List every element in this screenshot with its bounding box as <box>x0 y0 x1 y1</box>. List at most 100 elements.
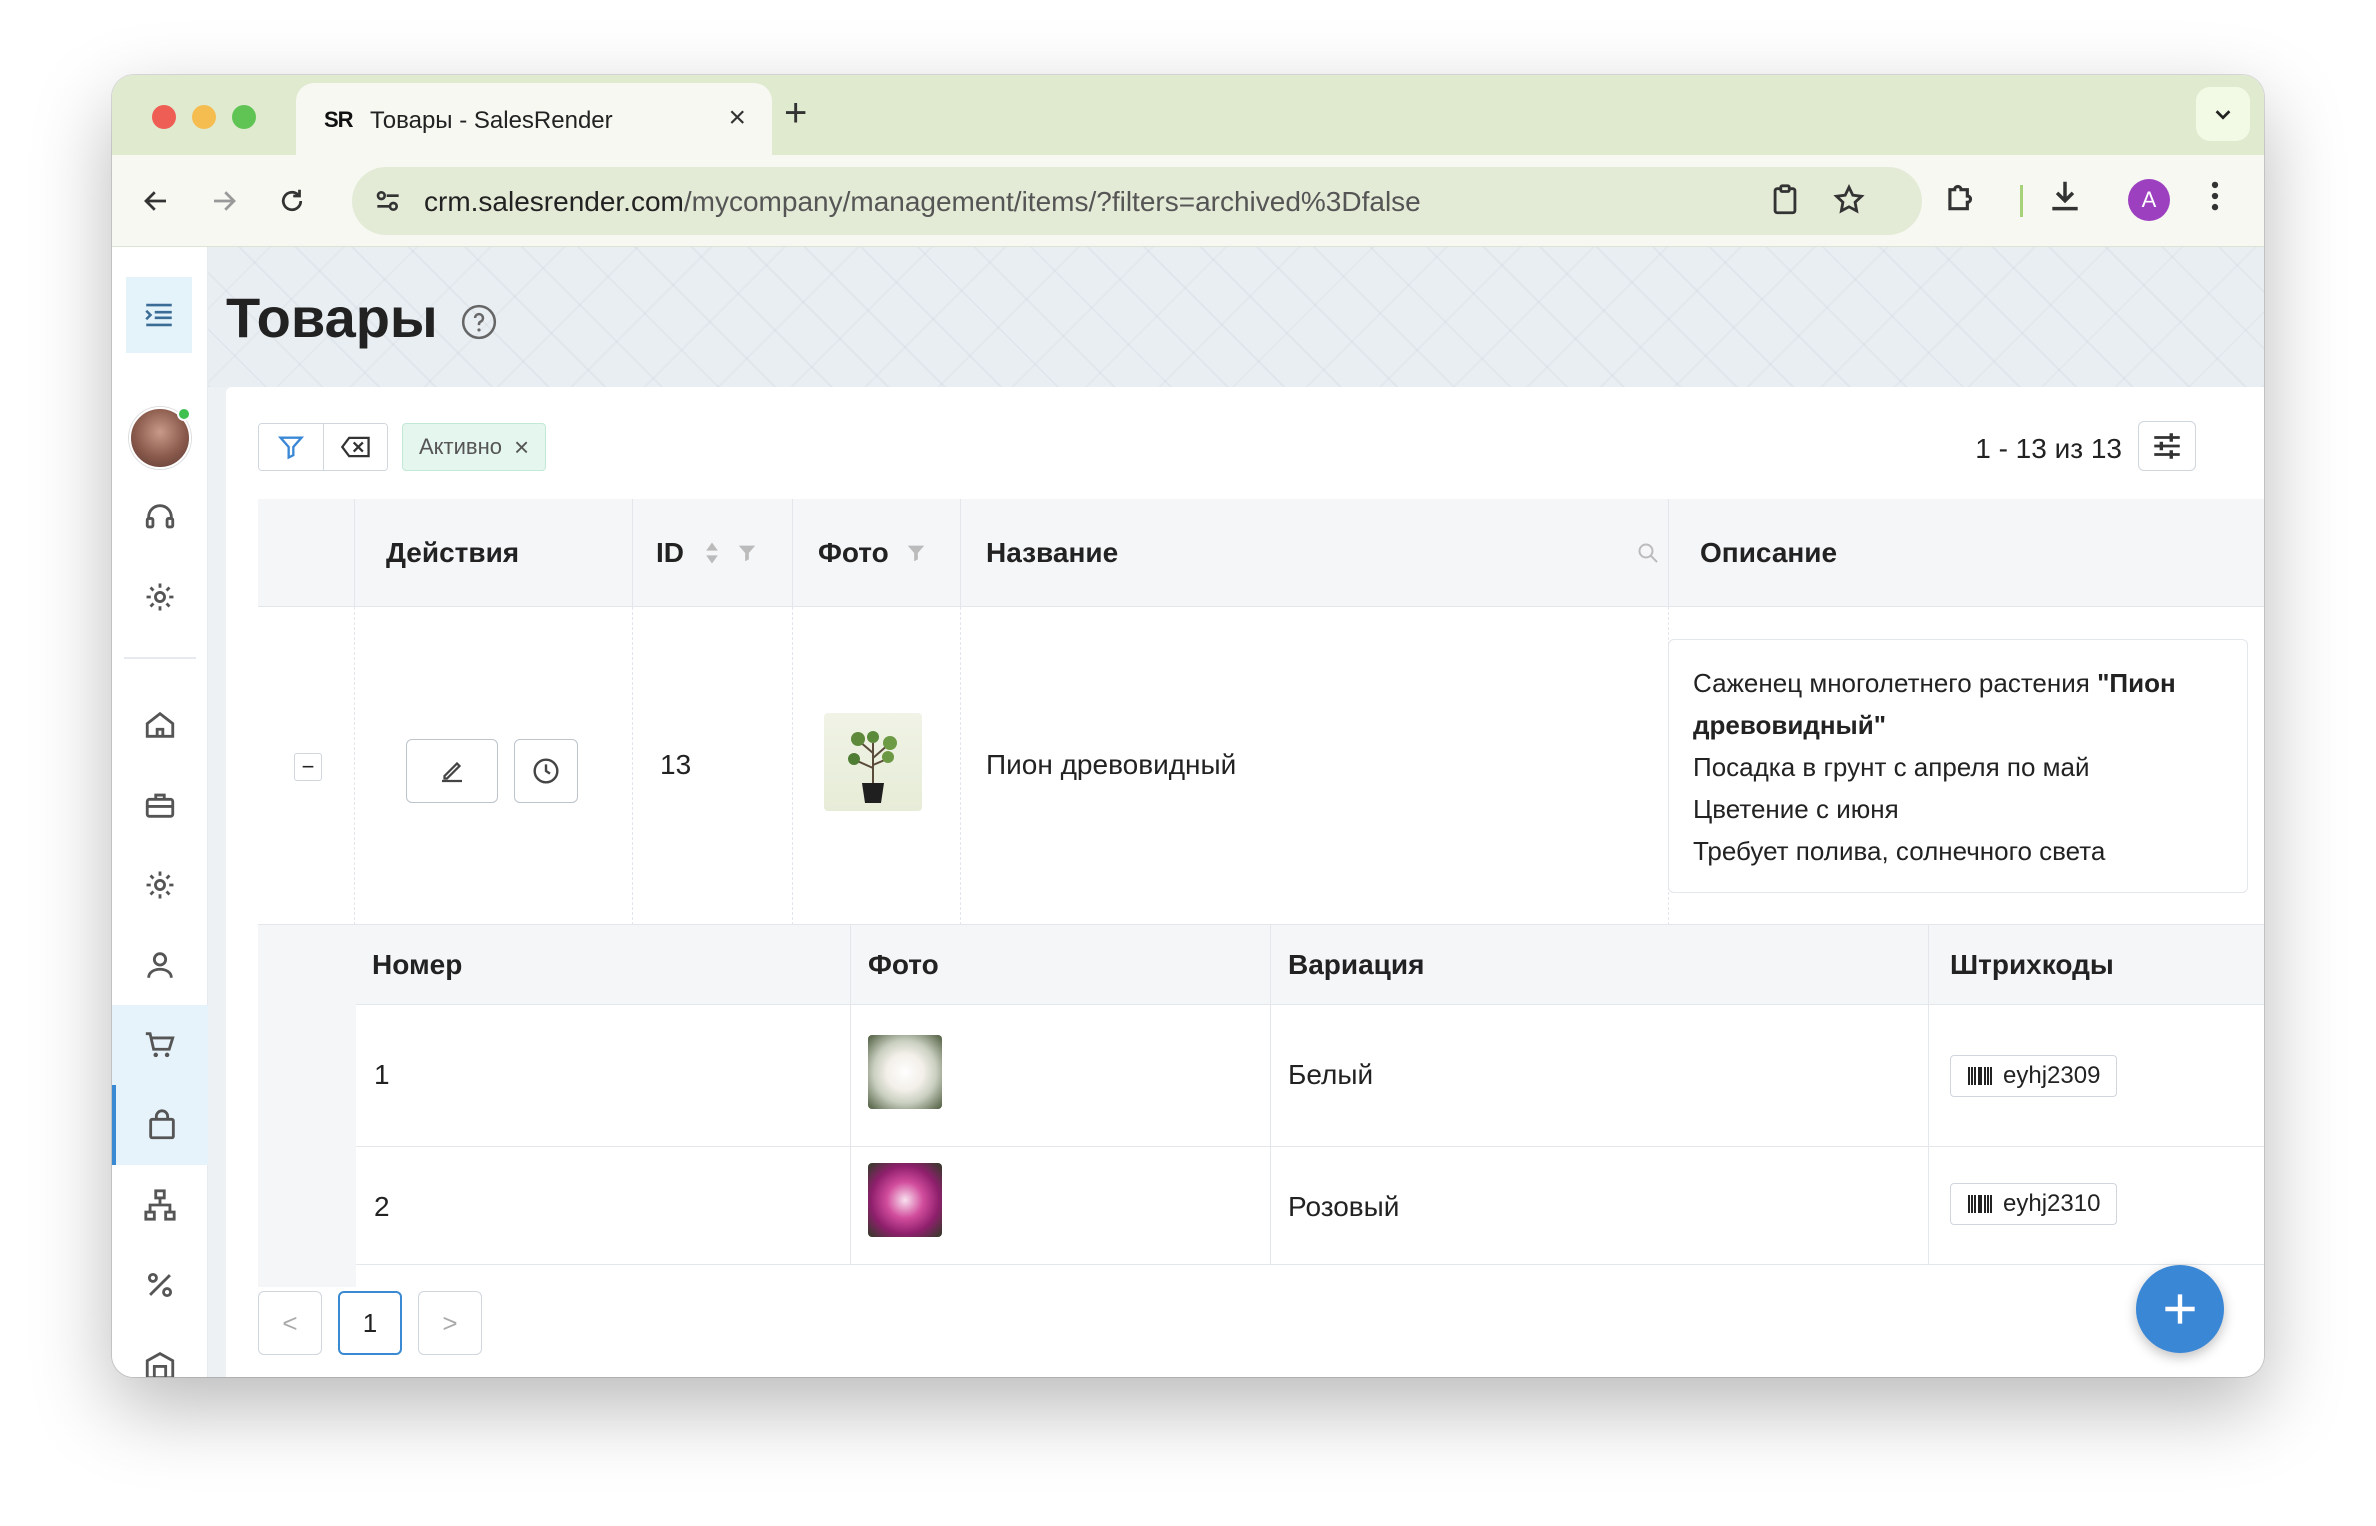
maximize-window-button[interactable] <box>232 105 256 129</box>
sidebar-item-users[interactable] <box>112 925 208 1005</box>
description-line-3: Цветение с июня <box>1693 794 1899 824</box>
filter-button[interactable] <box>259 424 323 470</box>
column-header-id[interactable]: ID <box>656 499 758 607</box>
barcode-chip: eyhj2310 <box>1950 1183 2118 1225</box>
sort-icon[interactable] <box>704 539 720 567</box>
clipboard-icon[interactable] <box>1768 183 1802 217</box>
page-button-1[interactable]: 1 <box>338 1291 402 1355</box>
menu-indent-icon <box>145 303 172 327</box>
download-icon[interactable] <box>2046 177 2084 215</box>
table-header: Действия ID Фото Название Описание <box>258 499 2264 607</box>
item-photo[interactable] <box>824 713 922 811</box>
sidebar-item-home[interactable] <box>112 685 208 765</box>
site-settings-icon[interactable] <box>372 185 404 217</box>
sidebar-item-structure[interactable] <box>112 1165 208 1245</box>
salesrender-favicon-icon: SR <box>324 107 354 132</box>
column-filter-icon[interactable] <box>736 542 758 564</box>
tab-search-button[interactable] <box>2196 87 2250 141</box>
browser-toolbar: crm.salesrender.com/mycompany/management… <box>112 155 2264 247</box>
column-settings-button[interactable] <box>2138 421 2196 471</box>
shopping-bag-icon <box>149 1109 175 1140</box>
arrow-right-icon <box>214 191 236 211</box>
bookmark-star-icon[interactable] <box>1832 183 1866 217</box>
content-panel: Активно × 1 - 13 из 13 Действия ID Фото … <box>226 387 2264 1377</box>
plant-thumbnail-icon <box>848 731 897 803</box>
history-button[interactable] <box>514 739 578 803</box>
sidebar-item-promotions[interactable] <box>112 1245 208 1325</box>
extensions-puzzle-icon[interactable] <box>1942 177 1980 215</box>
plus-icon <box>2165 1294 2195 1324</box>
column-divider <box>1928 925 1929 1005</box>
column-header-actions: Действия <box>386 537 520 568</box>
headset-icon <box>145 504 175 529</box>
column-divider <box>792 499 793 607</box>
app-area: Товары Активно × 1 - 13 из 13 Действия I… <box>112 247 2264 1377</box>
reload-icon <box>281 189 303 212</box>
column-divider <box>1668 499 1669 607</box>
sidebar-item-items[interactable] <box>112 1085 208 1165</box>
column-divider <box>960 499 961 607</box>
user-icon <box>147 952 173 978</box>
column-header-name: Название <box>986 537 1119 568</box>
help-circle-icon[interactable] <box>460 303 498 341</box>
tab-close-icon[interactable]: × <box>728 101 746 135</box>
sidebar-item-orders[interactable] <box>112 1005 208 1085</box>
column-divider <box>1270 1005 1271 1147</box>
column-search-icon[interactable] <box>1636 541 1660 565</box>
filter-chip-label: Активно <box>419 434 502 459</box>
briefcase-icon <box>145 793 175 818</box>
barcode-chip: eyhj2309 <box>1950 1055 2118 1097</box>
sidebar-item-warehouse[interactable] <box>112 1325 208 1377</box>
variation-name: Розовый <box>1288 1191 1400 1222</box>
column-divider <box>792 607 793 925</box>
subtable-header: Номер Фото Вариация Штрихкоды <box>356 925 2264 1005</box>
clear-filters-button[interactable] <box>323 424 387 470</box>
subtable-gutter <box>258 925 356 1287</box>
variation-number: 1 <box>374 1059 390 1090</box>
add-item-button[interactable] <box>2136 1265 2224 1353</box>
column-divider <box>1270 1147 1271 1265</box>
sidebar-item-settings-top[interactable] <box>112 557 208 637</box>
online-status-dot <box>177 407 191 421</box>
column-divider <box>1270 925 1271 1005</box>
sidebar-item-support[interactable] <box>112 477 208 557</box>
column-divider <box>354 499 355 607</box>
column-divider <box>354 607 355 925</box>
sidebar-divider <box>124 657 196 659</box>
next-page-button[interactable]: > <box>418 1291 482 1355</box>
edit-button[interactable] <box>406 739 498 803</box>
more-vertical-icon[interactable] <box>2196 177 2234 215</box>
filter-chip-active: Активно × <box>402 423 547 471</box>
address-bar[interactable]: crm.salesrender.com/mycompany/management… <box>352 167 1922 235</box>
sliders-icon <box>2154 433 2180 459</box>
subcolumn-header-variation: Вариация <box>1288 949 1425 980</box>
barcode-icon <box>1968 1195 1992 1213</box>
pager-info: 1 - 13 из 13 <box>1975 433 2122 464</box>
column-divider <box>632 607 633 925</box>
collapse-row-button[interactable]: − <box>294 753 322 781</box>
column-header-description: Описание <box>1700 537 1838 568</box>
column-divider <box>960 607 961 925</box>
back-button[interactable] <box>132 177 180 225</box>
sidebar-item-settings[interactable] <box>112 845 208 925</box>
sidebar-toggle-button[interactable] <box>126 277 192 353</box>
item-name: Пион древовидный <box>986 749 1237 780</box>
variation-photo[interactable] <box>868 1163 942 1237</box>
browser-tab[interactable]: SR Товары - SalesRender × <box>296 83 772 155</box>
sidebar-item-briefcase[interactable] <box>112 765 208 845</box>
column-divider <box>850 925 851 1005</box>
column-header-photo[interactable]: Фото <box>818 499 927 607</box>
forward-button[interactable] <box>200 177 248 225</box>
column-divider <box>850 1147 851 1265</box>
column-filter-icon[interactable] <box>905 542 927 564</box>
reload-button[interactable] <box>268 177 316 225</box>
close-window-button[interactable] <box>152 105 176 129</box>
prev-page-button[interactable]: < <box>258 1291 322 1355</box>
new-tab-icon[interactable]: + <box>784 91 807 136</box>
backspace-icon <box>340 436 370 458</box>
chip-close-icon[interactable]: × <box>514 432 529 463</box>
hierarchy-icon <box>144 1189 176 1221</box>
variation-photo[interactable] <box>868 1035 942 1109</box>
minimize-window-button[interactable] <box>192 105 216 129</box>
profile-avatar[interactable]: A <box>2128 179 2170 221</box>
